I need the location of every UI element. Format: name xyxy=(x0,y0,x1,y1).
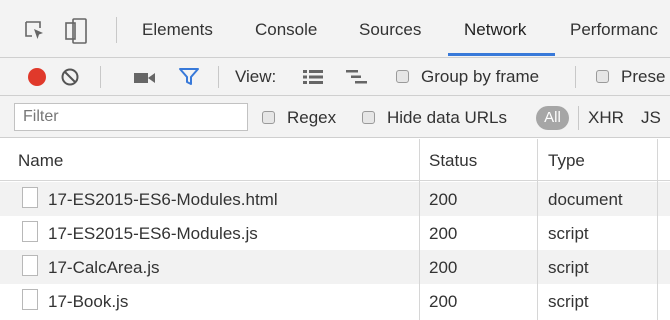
request-name: 17-ES2015-ES6-Modules.html xyxy=(48,190,278,209)
network-toolbar: View: Group by frame Prese xyxy=(0,58,670,96)
column-header-type[interactable]: Type xyxy=(548,151,585,171)
request-status: 200 xyxy=(429,258,458,277)
table-row[interactable]: 17-Book.js 200 script xyxy=(0,284,670,318)
view-label: View: xyxy=(235,67,277,86)
group-by-frame-label: Group by frame xyxy=(421,67,540,86)
column-divider[interactable] xyxy=(657,139,658,320)
file-icon xyxy=(22,255,38,276)
tab-sources[interactable]: Sources xyxy=(359,20,421,40)
tab-elements[interactable]: Elements xyxy=(142,20,213,40)
divider xyxy=(578,106,579,130)
waterfall-icon[interactable] xyxy=(346,70,368,84)
column-divider[interactable] xyxy=(419,139,420,320)
table-row[interactable]: 17-ES2015-ES6-Modules.html 200 document xyxy=(0,182,670,216)
file-icon xyxy=(22,289,38,310)
large-rows-icon[interactable] xyxy=(303,70,323,84)
regex-checkbox[interactable] xyxy=(262,111,275,124)
type-filter-all[interactable]: All xyxy=(536,106,569,130)
filter-icon[interactable] xyxy=(178,67,200,87)
group-by-frame-checkbox[interactable] xyxy=(396,70,409,83)
devtools-tabstrip: Elements Console Sources Network Perform… xyxy=(0,0,670,58)
table-header: Name Status Type xyxy=(0,139,670,181)
request-type: document xyxy=(548,190,623,209)
filter-input[interactable] xyxy=(14,103,248,131)
request-status: 200 xyxy=(429,190,458,209)
hide-data-urls-checkbox[interactable] xyxy=(362,111,375,124)
divider xyxy=(575,66,576,88)
table-row[interactable]: 17-ES2015-ES6-Modules.js 200 script xyxy=(0,216,670,250)
request-type: script xyxy=(548,224,589,243)
column-header-status[interactable]: Status xyxy=(429,151,477,171)
hide-data-urls-label: Hide data URLs xyxy=(387,108,508,127)
column-divider[interactable] xyxy=(537,139,538,320)
regex-label: Regex xyxy=(287,108,337,127)
tab-console[interactable]: Console xyxy=(255,20,317,40)
divider xyxy=(218,66,219,88)
request-status: 200 xyxy=(429,224,458,243)
request-name: 17-CalcArea.js xyxy=(48,258,160,277)
device-toolbar-icon[interactable] xyxy=(64,17,88,45)
request-type: script xyxy=(548,258,589,277)
column-header-name[interactable]: Name xyxy=(18,151,63,171)
request-status: 200 xyxy=(429,292,458,311)
file-icon xyxy=(22,187,38,208)
preserve-log-checkbox[interactable] xyxy=(596,70,609,83)
tab-network[interactable]: Network xyxy=(464,20,526,40)
preserve-log-label: Prese xyxy=(621,67,666,86)
inspect-element-icon[interactable] xyxy=(24,20,46,42)
divider xyxy=(116,17,117,43)
clear-icon[interactable] xyxy=(60,67,80,87)
table-row[interactable]: 17-CalcArea.js 200 script xyxy=(0,250,670,284)
divider xyxy=(100,66,101,88)
request-type: script xyxy=(548,292,589,311)
record-icon[interactable] xyxy=(27,67,47,87)
tab-performance[interactable]: Performanc xyxy=(570,20,658,40)
active-tab-indicator xyxy=(448,53,555,56)
request-name: 17-ES2015-ES6-Modules.js xyxy=(48,224,258,243)
file-icon xyxy=(22,221,38,242)
type-filter-xhr[interactable]: XHR xyxy=(588,108,624,128)
type-filter-js[interactable]: JS xyxy=(641,108,661,128)
camera-icon[interactable] xyxy=(133,71,157,85)
request-name: 17-Book.js xyxy=(48,292,129,311)
